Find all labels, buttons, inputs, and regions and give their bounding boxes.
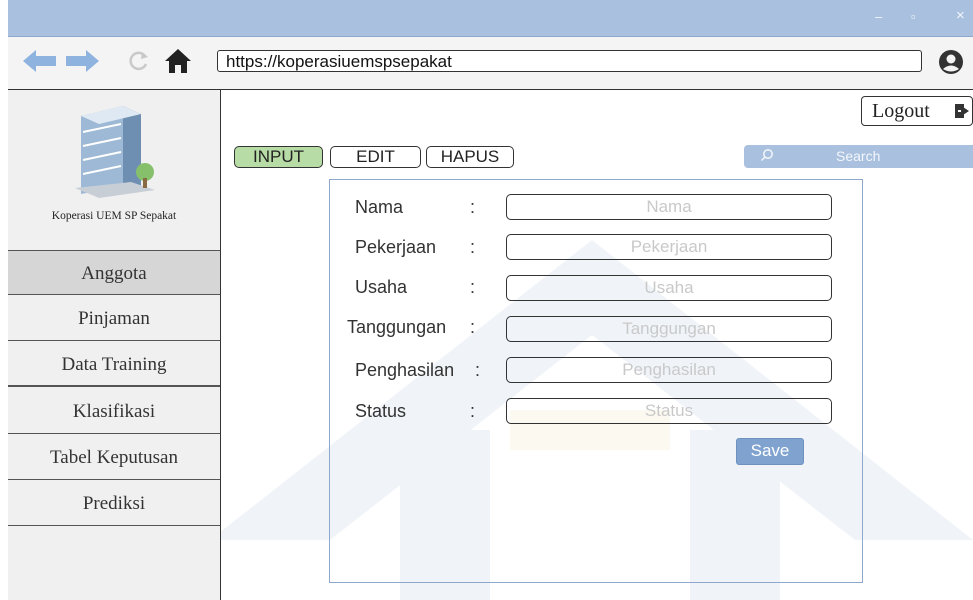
reload-icon[interactable] bbox=[128, 50, 150, 72]
logo-caption: Koperasi UEM SP Sepakat bbox=[51, 210, 177, 222]
field-colon-nama: : bbox=[470, 197, 476, 217]
field-colon-pekerjaan: : bbox=[470, 237, 476, 257]
sidebar-item-pinjaman[interactable]: Pinjaman bbox=[8, 296, 220, 341]
arrow-right-icon[interactable] bbox=[65, 48, 99, 74]
user-account-icon[interactable] bbox=[938, 49, 964, 75]
sidebar: Koperasi UEM SP Sepakat Anggota Pinjaman… bbox=[8, 90, 221, 600]
tab-edit[interactable]: EDIT bbox=[330, 146, 421, 168]
logout-label: Logout bbox=[872, 100, 930, 122]
home-icon[interactable] bbox=[165, 49, 191, 73]
minimize-button[interactable]: – bbox=[875, 9, 882, 25]
sidebar-item-tabel-keputusan[interactable]: Tabel Keputusan bbox=[8, 435, 220, 480]
field-colon-penghasilan: : bbox=[475, 360, 481, 380]
arrow-left-icon[interactable] bbox=[23, 48, 57, 74]
sidebar-item-data-training[interactable]: Data Training bbox=[8, 342, 220, 387]
field-label-status: Status bbox=[355, 401, 407, 421]
close-button[interactable]: × bbox=[956, 8, 965, 24]
window-titlebar: – ▫ × bbox=[8, 0, 973, 37]
penghasilan-field[interactable] bbox=[506, 357, 832, 383]
field-label-penghasilan: Penghasilan bbox=[355, 360, 455, 380]
field-label-nama: Nama bbox=[355, 197, 404, 217]
sidebar-item-anggota[interactable]: Anggota bbox=[8, 250, 220, 295]
tanggungan-field[interactable] bbox=[506, 316, 832, 342]
sidebar-item-prediksi[interactable]: Prediksi bbox=[8, 481, 220, 526]
search-input[interactable]: Search bbox=[744, 145, 973, 168]
search-placeholder: Search bbox=[836, 148, 881, 164]
field-label-usaha: Usaha bbox=[355, 277, 408, 297]
status-field[interactable] bbox=[506, 398, 832, 424]
logout-icon bbox=[955, 104, 969, 118]
url-bar[interactable]: https://koperasiuemspsepakat bbox=[217, 50, 922, 72]
pekerjaan-field[interactable] bbox=[506, 234, 832, 260]
field-colon-status: : bbox=[470, 401, 476, 421]
logout-button[interactable]: Logout bbox=[861, 96, 973, 126]
search-icon bbox=[760, 149, 773, 162]
field-colon-usaha: : bbox=[470, 277, 476, 297]
maximize-button[interactable]: ▫ bbox=[911, 9, 916, 25]
field-label-tanggungan: Tanggungan bbox=[347, 317, 447, 337]
field-label-pekerjaan: Pekerjaan bbox=[355, 237, 437, 257]
usaha-field[interactable] bbox=[506, 275, 832, 301]
browser-toolbar: https://koperasiuemspsepakat bbox=[8, 37, 973, 90]
field-colon-tanggungan: : bbox=[470, 317, 476, 337]
nama-field[interactable] bbox=[506, 194, 832, 220]
save-button[interactable]: Save bbox=[736, 438, 804, 465]
tab-hapus[interactable]: HAPUS bbox=[426, 146, 514, 168]
tab-input[interactable]: INPUT bbox=[234, 146, 323, 168]
sidebar-item-klasifikasi[interactable]: Klasifikasi bbox=[8, 389, 220, 434]
building-logo-icon bbox=[75, 106, 155, 198]
